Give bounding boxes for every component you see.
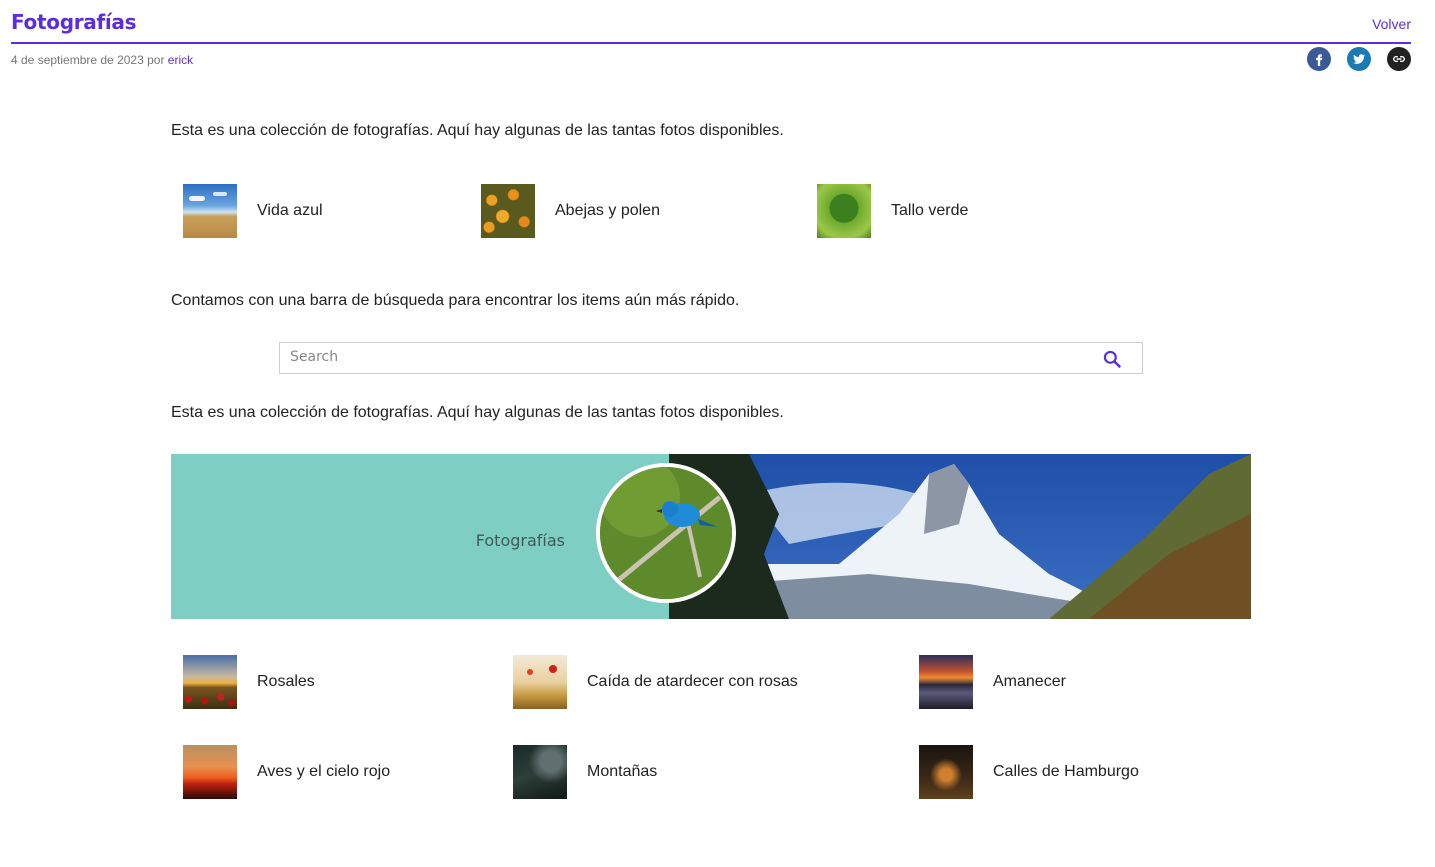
- photo-thumbnail: [183, 655, 237, 709]
- twitter-icon: [1353, 54, 1366, 64]
- photo-thumbnail: [919, 745, 973, 799]
- gallery-item[interactable]: Amanecer: [919, 655, 1066, 709]
- gallery-item[interactable]: Abejas y polen: [481, 184, 660, 238]
- gallery-item[interactable]: Caída de atardecer con rosas: [513, 655, 798, 709]
- search-input[interactable]: [280, 343, 1070, 371]
- author-link[interactable]: erick: [168, 53, 193, 67]
- back-link[interactable]: Volver: [1372, 16, 1411, 32]
- gallery-item-label: Vida azul: [257, 202, 323, 219]
- banner-mountain-image: [669, 454, 1251, 619]
- gallery-item-label: Amanecer: [993, 673, 1066, 690]
- banner-title: Fotografías: [475, 531, 565, 550]
- gallery-item-label: Aves y el cielo rojo: [257, 763, 391, 780]
- copy-link-button[interactable]: [1387, 47, 1411, 71]
- photo-thumbnail: [919, 655, 973, 709]
- photo-thumbnail: [183, 745, 237, 799]
- search-bar: [279, 342, 1143, 374]
- gallery-item-label: Montañas: [587, 763, 658, 780]
- page-header: Fotografías Volver: [11, 0, 1411, 44]
- gallery-item-label: Tallo verde: [891, 202, 969, 219]
- post-date: 4 de septiembre de 2023 por: [11, 53, 165, 67]
- photo-thumbnail: [183, 184, 237, 238]
- facebook-share-button[interactable]: [1307, 47, 1331, 71]
- photo-thumbnail: [817, 184, 871, 238]
- link-icon: [1393, 55, 1405, 63]
- gallery-item[interactable]: Calles de Hamburgo: [919, 745, 1139, 799]
- bird-photo: [596, 463, 736, 603]
- share-buttons: [1307, 47, 1411, 71]
- photo-banner: Fotografías: [171, 454, 1251, 619]
- gallery-item[interactable]: Vida azul: [183, 184, 323, 238]
- gallery-item[interactable]: Tallo verde: [817, 184, 968, 238]
- gallery-item[interactable]: Rosales: [183, 655, 315, 709]
- post-meta: 4 de septiembre de 2023 por erick: [11, 53, 193, 67]
- gallery-item-label: Abejas y polen: [555, 202, 660, 219]
- twitter-share-button[interactable]: [1347, 47, 1371, 71]
- gallery-item[interactable]: Montañas: [513, 745, 657, 799]
- intro-paragraph: Esta es una colección de fotografías. Aq…: [171, 122, 784, 139]
- gallery-item-label: Rosales: [257, 673, 315, 690]
- gallery-item-label: Caída de atardecer con rosas: [587, 673, 798, 690]
- page-title: Fotografías: [11, 10, 137, 34]
- photo-thumbnail: [513, 655, 567, 709]
- search-paragraph: Contamos con una barra de búsqueda para …: [171, 292, 740, 309]
- facebook-icon: [1316, 54, 1323, 66]
- intro-paragraph-2: Esta es una colección de fotografías. Aq…: [171, 404, 784, 421]
- gallery-item[interactable]: Aves y el cielo rojo: [183, 745, 390, 799]
- photo-thumbnail: [481, 184, 535, 238]
- gallery-item-label: Calles de Hamburgo: [993, 763, 1139, 780]
- photo-thumbnail: [513, 745, 567, 799]
- banner-panel: Fotografías: [171, 454, 669, 619]
- search-icon[interactable]: [1102, 349, 1122, 369]
